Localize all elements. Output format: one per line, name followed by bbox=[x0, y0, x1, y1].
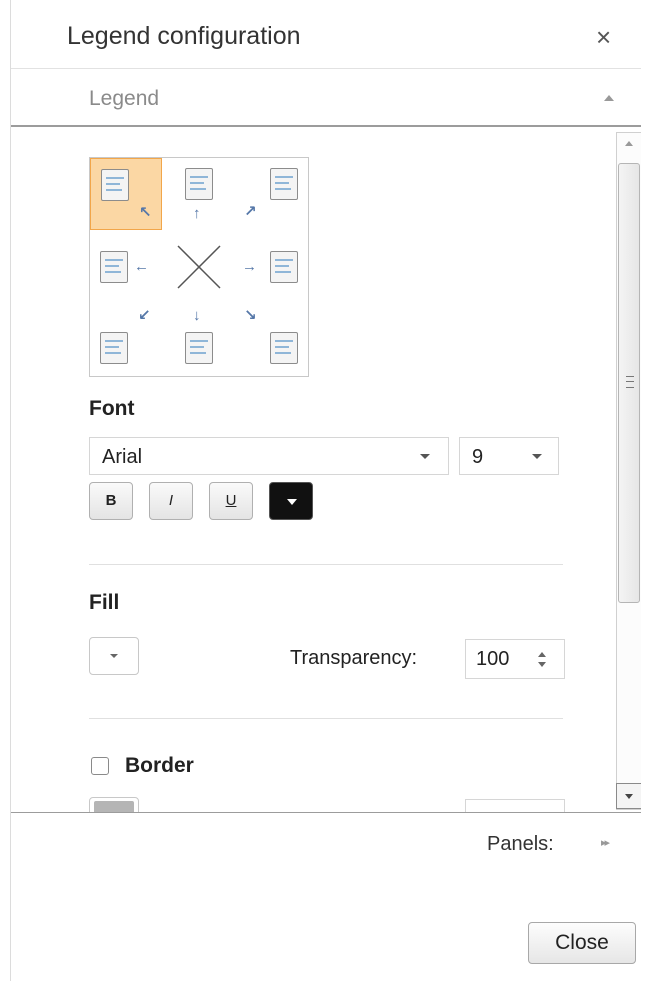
position-bottom-right[interactable]: ↘ bbox=[236, 304, 308, 376]
chevron-down-icon bbox=[532, 454, 542, 459]
legend-position-picker: ↖ ↑ ↗ ← → ↙ ↓ ↘ bbox=[89, 157, 309, 377]
transparency-label: Transparency: bbox=[290, 647, 418, 669]
legend-doc-icon bbox=[270, 332, 298, 364]
settings-scroll-area: ↖ ↑ ↗ ← → ↙ ↓ ↘ Font Arial 9 B I U Fill … bbox=[11, 127, 641, 812]
legend-config-panel: Legend configuration × Legend ↖ ↑ ↗ ← → … bbox=[10, 0, 652, 981]
border-color-swatch bbox=[94, 801, 134, 812]
divider bbox=[89, 564, 563, 565]
position-top-left[interactable]: ↖ bbox=[90, 158, 162, 230]
font-size-value: 9 bbox=[472, 446, 484, 468]
legend-section-header[interactable]: Legend bbox=[11, 69, 641, 127]
italic-button[interactable]: I bbox=[149, 482, 193, 520]
bold-button[interactable]: B bbox=[89, 482, 133, 520]
transparency-spinner[interactable]: 100 bbox=[465, 639, 565, 679]
scroll-thumb[interactable] bbox=[618, 163, 640, 603]
font-size-select[interactable]: 9 bbox=[459, 437, 559, 475]
transparency-value: 100 bbox=[476, 648, 510, 670]
legend-doc-icon bbox=[270, 168, 298, 200]
spin-down-icon[interactable] bbox=[538, 662, 546, 667]
arrow-down-left-icon: ↙ bbox=[138, 307, 151, 324]
font-color-button[interactable] bbox=[269, 482, 313, 520]
font-style-toolbar: B I U bbox=[89, 482, 329, 522]
arrow-up-left-icon: ↖ bbox=[139, 204, 152, 221]
legend-doc-icon bbox=[101, 169, 129, 201]
legend-doc-icon bbox=[100, 251, 128, 283]
legend-doc-icon bbox=[270, 251, 298, 283]
border-width-spinner[interactable] bbox=[465, 799, 565, 812]
legend-doc-icon bbox=[185, 168, 213, 200]
arrow-down-icon: ↓ bbox=[193, 307, 201, 324]
footer: Panels: ▸▸ Close bbox=[11, 812, 641, 982]
arrow-left-icon: ← bbox=[134, 258, 149, 275]
chevron-down-icon bbox=[420, 454, 430, 459]
border-checkbox[interactable] bbox=[91, 757, 109, 775]
expand-panels-icon[interactable]: ▸▸ bbox=[601, 836, 610, 849]
border-color-button[interactable] bbox=[89, 797, 139, 812]
font-family-select[interactable]: Arial bbox=[89, 437, 449, 475]
fill-color-button[interactable] bbox=[89, 637, 139, 675]
close-button[interactable]: Close bbox=[528, 922, 636, 964]
title-bar: Legend configuration × bbox=[11, 0, 641, 69]
arrow-down-right-icon: ↘ bbox=[244, 307, 257, 324]
position-top[interactable]: ↑ bbox=[163, 158, 235, 230]
position-top-right[interactable]: ↗ bbox=[236, 158, 308, 230]
arrow-up-right-icon: ↗ bbox=[244, 203, 257, 220]
dialog-title: Legend configuration bbox=[67, 22, 301, 50]
panels-label: Panels: bbox=[487, 833, 554, 855]
scroll-down-icon[interactable] bbox=[616, 783, 641, 809]
position-left[interactable]: ← bbox=[90, 231, 162, 303]
border-label: Border bbox=[125, 754, 194, 777]
divider bbox=[89, 718, 563, 719]
position-bottom[interactable]: ↓ bbox=[163, 304, 235, 376]
chevron-down-icon bbox=[287, 499, 297, 505]
arrow-up-icon: ↑ bbox=[193, 205, 201, 222]
spin-up-icon[interactable] bbox=[538, 652, 546, 657]
section-title: Legend bbox=[89, 87, 160, 110]
underline-button[interactable]: U bbox=[209, 482, 253, 520]
vertical-scrollbar[interactable] bbox=[616, 132, 641, 810]
close-icon[interactable]: × bbox=[596, 24, 611, 50]
no-legend-x-icon[interactable] bbox=[175, 243, 223, 291]
font-heading: Font bbox=[89, 397, 135, 420]
grip-icon bbox=[626, 376, 634, 388]
arrow-right-icon: → bbox=[242, 258, 257, 275]
legend-doc-icon bbox=[100, 332, 128, 364]
caret-up-icon[interactable] bbox=[604, 95, 614, 101]
legend-doc-icon bbox=[185, 332, 213, 364]
position-bottom-left[interactable]: ↙ bbox=[90, 304, 162, 376]
fill-heading: Fill bbox=[89, 591, 120, 614]
scroll-up-icon[interactable] bbox=[617, 133, 641, 153]
chevron-down-icon bbox=[110, 654, 118, 658]
position-right[interactable]: → bbox=[236, 231, 308, 303]
font-family-value: Arial bbox=[102, 446, 143, 468]
